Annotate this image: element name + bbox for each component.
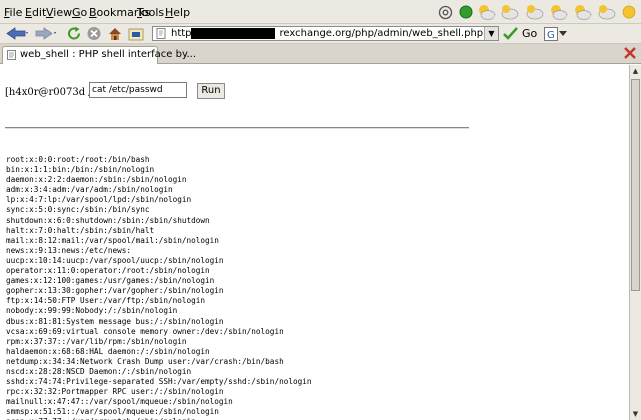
page-favicon-icon bbox=[156, 28, 166, 39]
status-green-icon[interactable] bbox=[459, 5, 473, 19]
output-line: daemon:x:2:2:daemon:/sbin:/sbin/nologin bbox=[6, 175, 187, 185]
output-line: mail:x:8:12:mail:/var/spool/mail:/sbin/n… bbox=[6, 235, 219, 245]
search-engine-dropdown-icon[interactable] bbox=[559, 31, 567, 37]
output-line: rpc:x:32:32:Portmapper RPC user:/:/sbin/… bbox=[6, 387, 224, 397]
reload-icon[interactable] bbox=[66, 26, 82, 41]
weather-cloud-icon[interactable] bbox=[596, 3, 616, 21]
output-line: sshd:x:74:74:Privilege-separated SSH:/va… bbox=[6, 377, 312, 387]
redaction-bar bbox=[191, 28, 275, 39]
scrollbar-thumb[interactable] bbox=[631, 79, 640, 291]
output-line: uucp:x:10:14:uucp:/var/spool/uucp:/sbin/… bbox=[6, 255, 224, 265]
output-line: adm:x:3:4:adm:/var/adm:/sbin/nologin bbox=[6, 185, 173, 195]
forward-arrow-icon[interactable] bbox=[34, 26, 58, 41]
tab-bar: web_shell : PHP shell interface by... bbox=[0, 44, 641, 64]
scroll-up-arrow-icon[interactable]: ▲ bbox=[630, 65, 641, 77]
tab-title: web_shell : PHP shell interface by... bbox=[20, 49, 197, 60]
command-output: root:x:0:0:root:/root:/bin/bash bin:x:1:1… bbox=[6, 155, 311, 420]
horizontal-divider bbox=[5, 127, 469, 129]
output-line: nscd:x:28:28:NSCD Daemon:/:/sbin/nologin bbox=[6, 366, 192, 376]
secure-lock-icon[interactable] bbox=[127, 26, 145, 41]
output-line: gopher:x:13:30:gopher:/var/gopher:/sbin/… bbox=[6, 286, 224, 296]
page-content: [h4x0r@r0073d /]# cat /etc/passwd Run ro… bbox=[0, 65, 629, 420]
output-line: netdump:x:34:34:Network Crash Dump user:… bbox=[6, 356, 284, 366]
run-button[interactable]: Run bbox=[197, 83, 225, 99]
output-line: vcsa:x:69:69:virtual console memory owne… bbox=[6, 326, 284, 336]
output-line: shutdown:x:6:0:shutdown:/sbin:/sbin/shut… bbox=[6, 215, 210, 225]
close-tab-icon[interactable] bbox=[623, 46, 637, 60]
output-line: lp:x:4:7:lp:/var/spool/lpd:/sbin/nologin bbox=[6, 195, 192, 205]
menu-help[interactable]: Help bbox=[165, 6, 190, 19]
menu-edit[interactable]: Edit bbox=[25, 6, 46, 19]
at-sign-icon[interactable] bbox=[438, 5, 453, 20]
menu-bar: File Edit View Go Bookmarks Tools Help bbox=[0, 0, 641, 24]
scroll-down-arrow-icon[interactable]: ▼ bbox=[630, 408, 641, 420]
weather-cloud-icon[interactable] bbox=[524, 3, 544, 21]
back-arrow-icon[interactable] bbox=[5, 26, 29, 41]
output-line: ftp:x:14:50:FTP User:/var/ftp:/sbin/nolo… bbox=[6, 296, 206, 306]
home-icon[interactable] bbox=[107, 26, 123, 41]
command-input[interactable]: cat /etc/passwd bbox=[89, 82, 187, 98]
stop-icon[interactable] bbox=[86, 26, 102, 41]
menu-tools[interactable]: Tools bbox=[137, 6, 164, 19]
tab-web-shell[interactable]: web_shell : PHP shell interface by... bbox=[2, 46, 196, 64]
chevron-down-icon: ▼ bbox=[488, 29, 495, 38]
go-button[interactable]: Go bbox=[503, 26, 541, 41]
url-dropdown-button[interactable]: ▼ bbox=[484, 27, 498, 40]
go-checkmark-icon bbox=[503, 27, 518, 40]
svg-text:G: G bbox=[547, 30, 555, 41]
output-line: news:x:9:13:news:/etc/news: bbox=[6, 245, 131, 255]
search-engine-google-icon[interactable]: G bbox=[544, 27, 558, 41]
output-line: sync:x:5:0:sync:/sbin:/bin/sync bbox=[6, 205, 150, 215]
menu-view[interactable]: View bbox=[46, 6, 72, 19]
weather-partly-sunny-icon[interactable] bbox=[572, 3, 592, 21]
output-line: nobody:x:99:99:Nobody:/:/sbin/nologin bbox=[6, 306, 178, 316]
vertical-scrollbar[interactable]: ▲ ▼ bbox=[629, 65, 641, 420]
weather-sunny-icon[interactable] bbox=[619, 3, 639, 21]
weather-partly-sunny-icon[interactable] bbox=[548, 3, 568, 21]
output-line: halt:x:7:0:halt:/sbin:/sbin/halt bbox=[6, 225, 155, 235]
page-tab-icon bbox=[7, 50, 16, 60]
output-line: smmsp:x:51:51::/var/spool/mqueue:/sbin/n… bbox=[6, 407, 219, 417]
output-line: mailnull:x:47:47::/var/spool/mqueue:/sbi… bbox=[6, 397, 233, 407]
navigation-toolbar: http rexchange.org/php/admin/web_shell.ph… bbox=[0, 24, 641, 44]
menu-go[interactable]: Go bbox=[72, 6, 87, 19]
output-line: bin:x:1:1:bin:/bin:/sbin/nologin bbox=[6, 165, 155, 175]
url-bar[interactable]: http rexchange.org/php/admin/web_shell.ph… bbox=[152, 26, 499, 41]
output-line: rpm:x:37:37::/var/lib/rpm:/sbin/nologin bbox=[6, 336, 187, 346]
output-line: dbus:x:81:81:System message bus:/:/sbin/… bbox=[6, 316, 224, 326]
output-line: games:x:12:100:games:/usr/games:/sbin/no… bbox=[6, 276, 215, 286]
output-line: operator:x:11:0:operator:/root:/sbin/nol… bbox=[6, 266, 210, 276]
output-line: root:x:0:0:root:/root:/bin/bash bbox=[6, 155, 150, 164]
menu-file[interactable]: File bbox=[4, 6, 22, 19]
weather-partly-sunny-icon[interactable] bbox=[476, 3, 496, 21]
weather-cloud-icon[interactable] bbox=[500, 3, 520, 21]
output-line: haldaemon:x:68:68:HAL daemon:/:/sbin/nol… bbox=[6, 346, 210, 356]
